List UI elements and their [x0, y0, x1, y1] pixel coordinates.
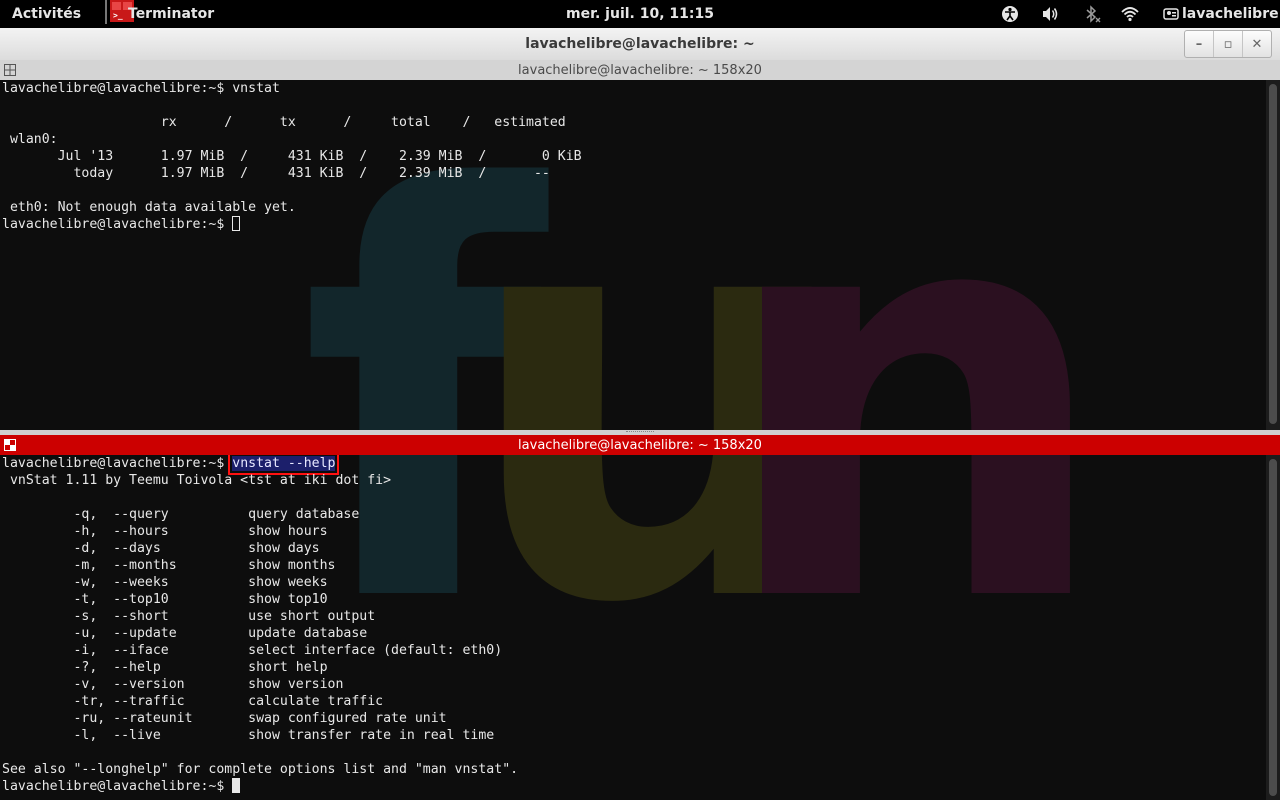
terminal-prompt-line: lavachelibre@lavachelibre:~$ [2, 778, 241, 795]
maximize-button[interactable]: ▫ [1213, 31, 1242, 57]
volume-icon[interactable] [1040, 4, 1060, 24]
terminal-line: -l, --live show transfer rate in real ti… [2, 728, 495, 743]
terminal-pane-1-scrollbar[interactable] [1266, 80, 1280, 430]
terminal-line: vnStat 1.11 by Teemu Toivola <tst at iki… [2, 473, 392, 488]
svg-text:>_: >_ [113, 11, 123, 20]
terminal-line: -tr, --traffic calculate traffic [2, 694, 384, 709]
terminal-line: rx / tx / total / estimated [2, 115, 566, 130]
terminal-line: -m, --months show months [2, 558, 336, 573]
terminal-line: Jul '13 1.97 MiB / 431 KiB / 2.39 MiB / … [2, 149, 582, 164]
wallpaper-letter-n: n [715, 80, 1114, 430]
terminal-line: -v, --version show version [2, 677, 344, 692]
wallpaper-letter-u: u [460, 455, 859, 680]
window-title: lavachelibre@lavachelibre: ~ [525, 36, 755, 52]
minimize-button[interactable]: – [1185, 31, 1213, 57]
accessibility-icon[interactable] [1000, 4, 1020, 24]
minimize-icon: – [1195, 36, 1203, 52]
wifi-icon[interactable] [1120, 4, 1140, 24]
terminal-pane-1-title: lavachelibre@lavachelibre: ~ 158x20 [518, 63, 762, 78]
highlighted-command[interactable]: vnstat --help [228, 455, 340, 475]
terminal-line: See also "--longhelp" for complete optio… [2, 762, 519, 777]
scrollbar-thumb[interactable] [1269, 84, 1277, 424]
terminal-line: -q, --query query database [2, 507, 360, 522]
window-controls: – ▫ ✕ [1184, 30, 1272, 58]
bluetooth-icon[interactable] [1082, 4, 1102, 24]
terminal-pane-1[interactable]: f u n lavachelibre@lavachelibre:~$ vnsta… [0, 80, 1266, 430]
terminal-pane-1-header[interactable]: lavachelibre@lavachelibre: ~ 158x20 [0, 60, 1280, 80]
terminal-line: -u, --update update database [2, 626, 368, 641]
terminal-pane-2-title: lavachelibre@lavachelibre: ~ 158x20 [518, 438, 762, 453]
app-menu[interactable]: Terminator [128, 6, 214, 22]
terminal-line: -d, --days show days [2, 541, 320, 556]
top-bar: Activités >_ Terminator mer. juil. 10, 1… [0, 0, 1280, 28]
terminal-line: -ru, --rateunit swap configured rate uni… [2, 711, 447, 726]
terminal-line: today 1.97 MiB / 431 KiB / 2.39 MiB / -- [2, 166, 550, 181]
wallpaper-letter-n: n [715, 455, 1114, 680]
maximize-icon: ▫ [1223, 36, 1233, 52]
terminal-line: wlan0: [2, 132, 58, 147]
terminal-line: -?, --help short help [2, 660, 328, 675]
close-icon: ✕ [1251, 36, 1263, 52]
window-titlebar[interactable]: lavachelibre@lavachelibre: ~ – ▫ ✕ [0, 28, 1280, 61]
activities-button[interactable]: Activités [12, 6, 81, 22]
close-button[interactable]: ✕ [1242, 31, 1271, 57]
terminal-cursor [232, 778, 241, 793]
user-menu[interactable]: lavachelibre [1182, 6, 1279, 22]
terminal-prompt: lavachelibre@lavachelibre:~$ [2, 456, 233, 471]
terminal-pane-2-scrollbar[interactable] [1266, 455, 1280, 800]
terminal-line: -i, --iface select interface (default: e… [2, 643, 503, 658]
terminal-command-line: lavachelibre@lavachelibre:~$ vnstat --he… [2, 455, 340, 475]
terminal-pane-2-header[interactable]: lavachelibre@lavachelibre: ~ 158x20 [0, 435, 1280, 455]
terminal-line: eth0: Not enough data available yet. [2, 200, 296, 215]
terminal-prompt: lavachelibre@lavachelibre:~$ [2, 779, 233, 794]
terminal-line: -s, --short use short output [2, 609, 376, 624]
terminal-pane-2[interactable]: f u n lavachelibre@lavachelibre:~$ vnsta… [0, 455, 1266, 800]
scrollbar-thumb[interactable] [1269, 459, 1277, 796]
terminal-line: -h, --hours show hours [2, 524, 328, 539]
terminal-line: lavachelibre@lavachelibre:~$ vnstat [2, 81, 280, 96]
terminal-cursor [232, 216, 241, 231]
clock[interactable]: mer. juil. 10, 11:15 [566, 6, 714, 22]
terminal-prompt: lavachelibre@lavachelibre:~$ [2, 217, 233, 232]
terminal-line: -t, --top10 show top10 [2, 592, 328, 607]
terminal-line: -w, --weeks show weeks [2, 575, 328, 590]
terminal-prompt-line: lavachelibre@lavachelibre:~$ [2, 216, 241, 233]
user-icon[interactable] [1161, 4, 1181, 24]
